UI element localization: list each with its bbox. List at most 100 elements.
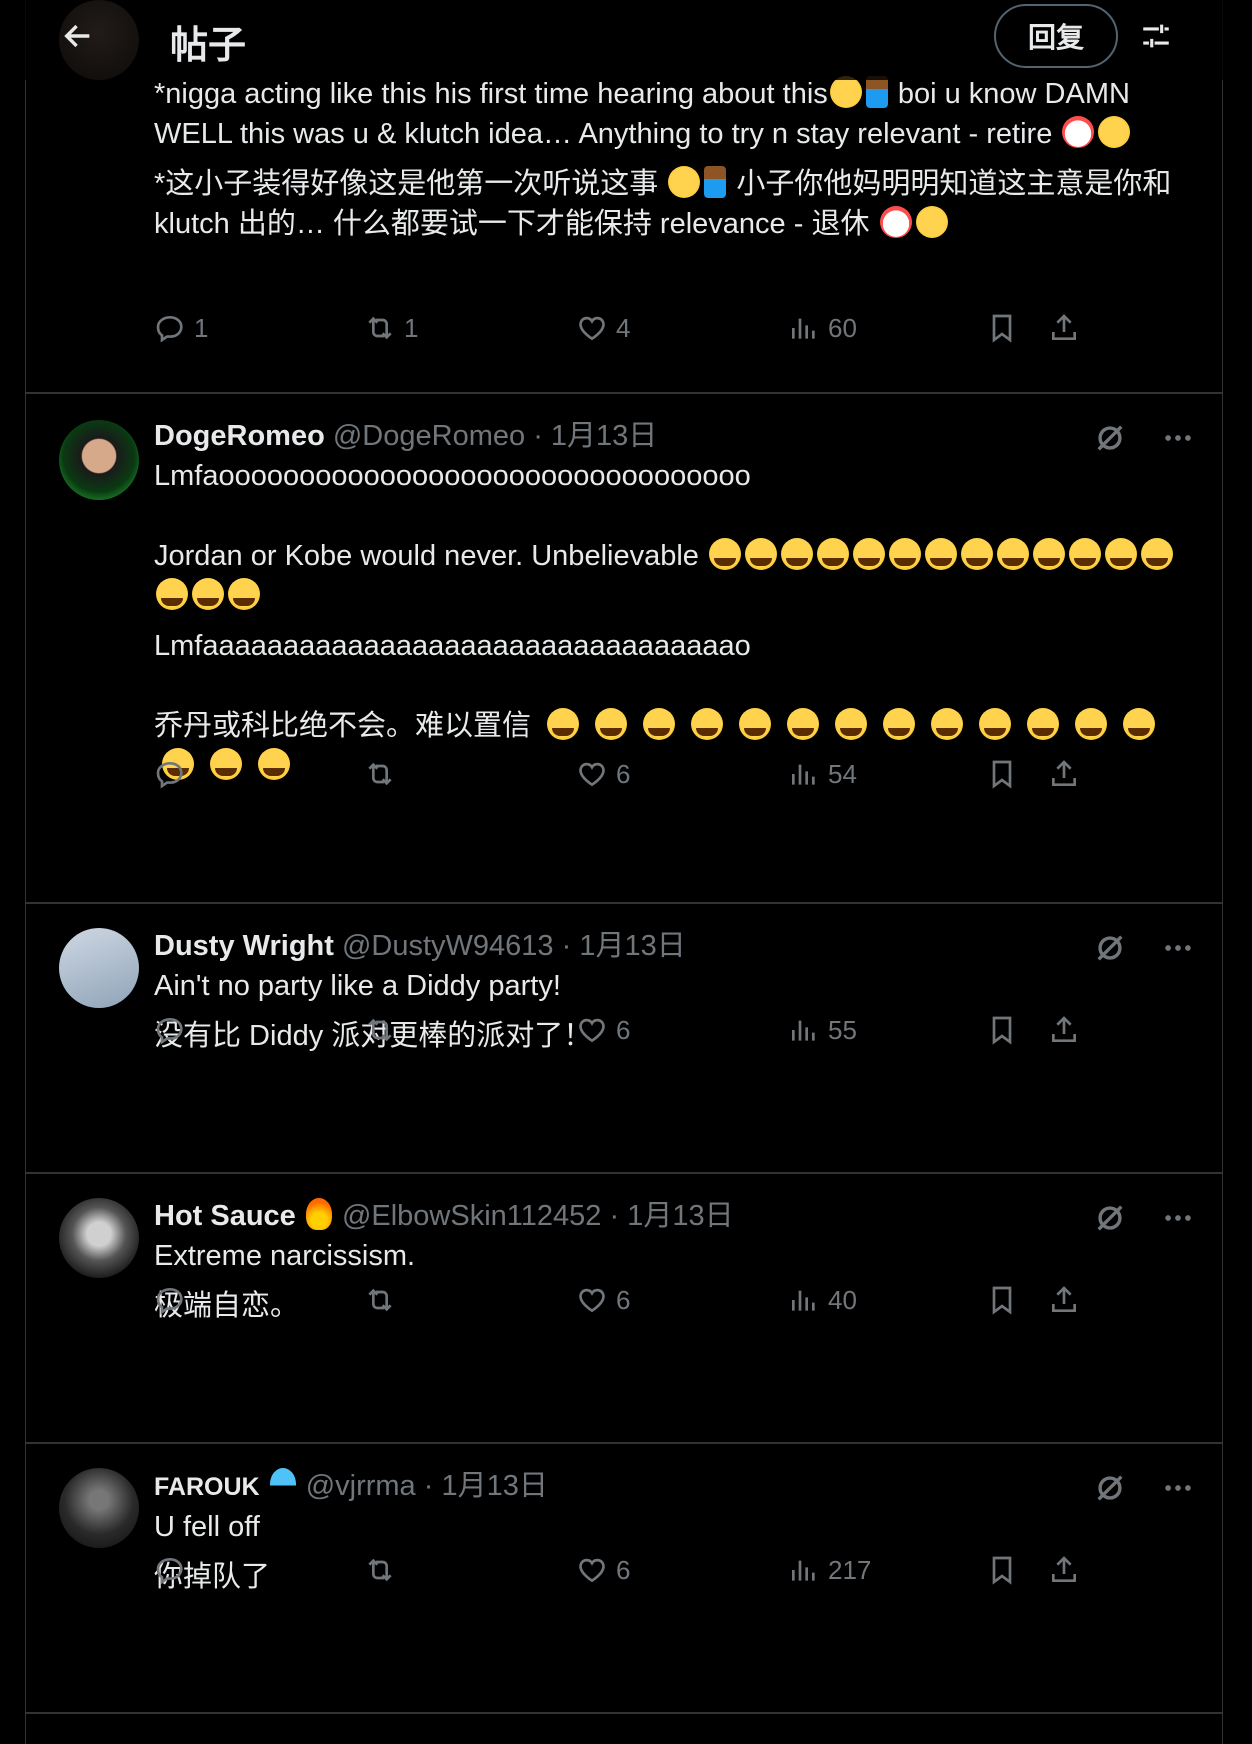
reply-count: 1 xyxy=(194,312,209,343)
avatar[interactable] xyxy=(59,1198,139,1278)
arrow-left-icon xyxy=(64,24,90,48)
reply-button[interactable] xyxy=(154,1284,194,1316)
heart-icon xyxy=(579,316,605,341)
tears-of-joy-icon xyxy=(888,538,921,570)
grok-button[interactable] xyxy=(1092,1470,1128,1506)
reply-post[interactable]: Dusty Wright @DustyW94613 · 1月13日 Ain't … xyxy=(26,904,1222,1174)
post-text: Lmfaooooooooooooooooooooooooooooooooo Jo… xyxy=(154,456,1192,616)
clown-face-icon xyxy=(1062,116,1095,148)
post-date[interactable]: 1月13日 xyxy=(441,1470,547,1502)
tears-of-joy-icon xyxy=(547,708,580,740)
tears-of-joy-icon xyxy=(931,708,964,740)
views-button[interactable]: 217 xyxy=(788,1554,871,1586)
more-button[interactable] xyxy=(1160,1470,1196,1506)
grok-button[interactable] xyxy=(1092,930,1128,966)
share-icon xyxy=(1052,1286,1076,1312)
tears-of-joy-icon xyxy=(1032,538,1065,570)
post-date[interactable]: 1月13日 xyxy=(551,420,657,452)
bookmark-button[interactable] xyxy=(986,1554,1018,1586)
more-button[interactable] xyxy=(1160,1200,1196,1236)
tears-of-joy-icon xyxy=(1104,538,1137,570)
more-icon xyxy=(1165,435,1191,441)
share-button[interactable] xyxy=(1048,312,1080,344)
reply-post[interactable]: DogeRomeo @DogeRomeo · 1月13日 Lmfaooooooo… xyxy=(26,394,1222,904)
avatar[interactable] xyxy=(59,1468,139,1548)
back-button[interactable] xyxy=(58,16,98,56)
grok-button[interactable] xyxy=(1092,1200,1128,1236)
grok-icon xyxy=(1097,1205,1123,1231)
heart-icon xyxy=(579,762,605,787)
like-count: 6 xyxy=(616,1554,631,1585)
author-name[interactable]: FAROUK xyxy=(154,1473,260,1501)
author-handle[interactable]: @DogeRomeo xyxy=(333,420,525,452)
share-icon xyxy=(1052,1016,1076,1042)
repost-button[interactable]: 1 xyxy=(364,312,418,344)
bookmark-button[interactable] xyxy=(986,312,1018,344)
share-button[interactable] xyxy=(1048,758,1080,790)
author-handle[interactable]: @vjrrma xyxy=(306,1470,416,1502)
tears-of-joy-icon xyxy=(156,578,188,610)
post-meta: Hot Sauce @ElbowSkin112452 · 1月13日 xyxy=(154,1196,1192,1236)
grok-icon xyxy=(1097,1475,1123,1501)
repost-button[interactable] xyxy=(364,758,404,790)
author-handle[interactable]: @ElbowSkin112452 xyxy=(342,1200,601,1232)
post-date[interactable]: 1月13日 xyxy=(579,930,685,962)
tears-of-joy-icon xyxy=(1075,708,1108,740)
author-handle[interactable]: @DustyW94613 xyxy=(342,930,554,962)
share-button[interactable] xyxy=(1048,1284,1080,1316)
views-button[interactable]: 40 xyxy=(788,1284,857,1316)
reply-button[interactable] xyxy=(154,758,194,790)
share-button[interactable] xyxy=(1048,1554,1080,1586)
views-button[interactable]: 60 xyxy=(788,312,857,344)
bookmark-button[interactable] xyxy=(986,1284,1018,1316)
post-text: Ain't no party like a Diddy party! xyxy=(154,970,561,1002)
separator-dot: · xyxy=(533,420,543,452)
repost-icon xyxy=(368,762,392,786)
like-button[interactable]: 6 xyxy=(576,758,630,790)
bookmark-button[interactable] xyxy=(986,758,1018,790)
like-button[interactable]: 6 xyxy=(576,1284,630,1316)
reply-button[interactable] xyxy=(154,1554,194,1586)
reply-button[interactable]: 1 xyxy=(154,312,208,344)
share-button[interactable] xyxy=(1048,1014,1080,1046)
like-button[interactable]: 6 xyxy=(576,1554,630,1586)
like-button[interactable]: 6 xyxy=(576,1014,630,1046)
repost-icon xyxy=(368,1018,392,1042)
separator-dot: · xyxy=(561,930,572,962)
views-button[interactable]: 55 xyxy=(788,1014,857,1046)
filter-button[interactable] xyxy=(1136,16,1176,56)
author-name[interactable]: Dusty Wright xyxy=(154,930,334,962)
tears-of-joy-icon xyxy=(739,708,772,740)
woozy-face-icon xyxy=(668,166,701,198)
repost-button[interactable] xyxy=(364,1014,404,1046)
views-count: 60 xyxy=(828,312,857,343)
repost-button[interactable] xyxy=(364,1284,404,1316)
views-icon xyxy=(792,1290,815,1311)
more-icon xyxy=(1165,1215,1191,1221)
bookmark-button[interactable] xyxy=(986,1014,1018,1046)
grok-icon xyxy=(1097,935,1123,961)
bookmark-icon xyxy=(992,314,1012,343)
reply-button[interactable]: 回复 xyxy=(994,4,1118,68)
like-button[interactable]: 4 xyxy=(576,312,630,344)
action-bar: 6 54 xyxy=(154,758,1222,798)
author-name[interactable]: DogeRomeo xyxy=(154,420,325,452)
tears-of-joy-icon xyxy=(228,578,260,610)
tears-of-joy-icon xyxy=(960,538,993,570)
post-date[interactable]: 1月13日 xyxy=(627,1200,733,1232)
more-button[interactable] xyxy=(1160,420,1196,456)
reply-post[interactable]: FAROUK @vjrrma · 1月13日 U fell off 你掉队了 6… xyxy=(26,1444,1222,1714)
tears-of-joy-icon xyxy=(1123,708,1156,740)
clown-face-icon xyxy=(879,206,912,238)
grok-button[interactable] xyxy=(1092,420,1128,456)
reply-button[interactable] xyxy=(154,1014,194,1046)
avatar[interactable] xyxy=(59,420,139,500)
views-count: 55 xyxy=(828,1014,857,1045)
author-name[interactable]: Hot Sauce xyxy=(154,1200,296,1232)
more-button[interactable] xyxy=(1160,930,1196,966)
repost-button[interactable] xyxy=(364,1554,404,1586)
views-button[interactable]: 54 xyxy=(788,758,857,790)
tears-of-joy-icon xyxy=(780,538,813,570)
reply-post[interactable]: Hot Sauce @ElbowSkin112452 · 1月13日 Extre… xyxy=(26,1174,1222,1444)
avatar[interactable] xyxy=(59,928,139,1008)
